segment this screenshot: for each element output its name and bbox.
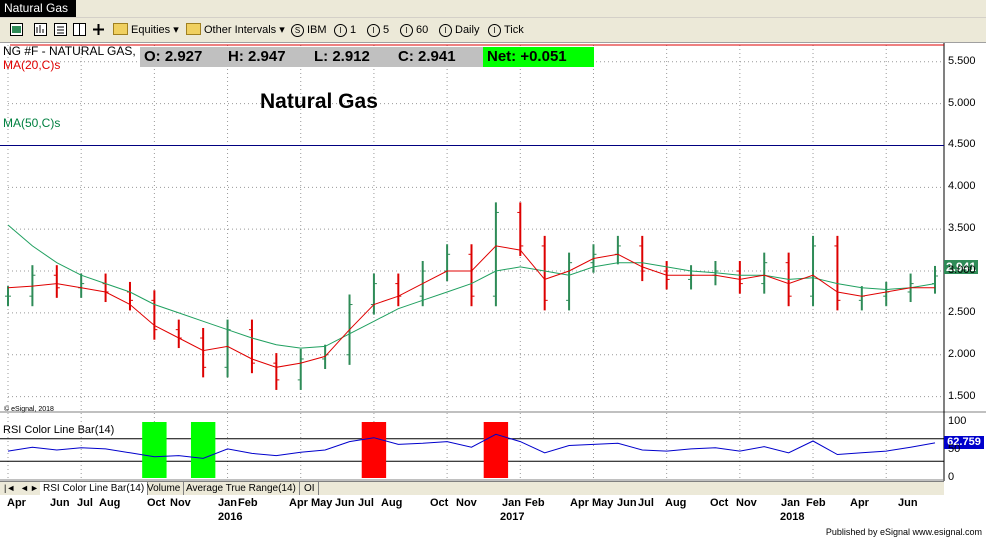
nav-first-button[interactable]: |◄	[4, 482, 15, 495]
y-tick-label: 1.500	[948, 389, 976, 402]
tab-oi[interactable]: OI	[301, 482, 319, 495]
nav-next-button[interactable]: ►	[30, 482, 39, 495]
y-tick-label: 4.000	[948, 180, 976, 193]
rsi-band	[483, 422, 509, 478]
x-month-label: Apr	[570, 497, 589, 509]
x-month-label: Feb	[238, 497, 258, 509]
x-month-label: Aug	[381, 497, 403, 509]
x-month-label: Jan	[502, 497, 521, 509]
rsi-label[interactable]: RSI Color Line Bar(14)	[3, 424, 114, 436]
x-month-label: Oct	[147, 497, 166, 509]
y-tick-label: 2.500	[948, 305, 976, 318]
tab-volume[interactable]: Volume	[144, 482, 185, 495]
rsi-band	[361, 422, 387, 478]
x-month-label: Apr	[850, 497, 869, 509]
chart-title: Natural Gas	[260, 90, 378, 113]
quote-low: L: 2.912	[314, 48, 370, 65]
x-month-label: Feb	[806, 497, 826, 509]
y-tick-label: 5.500	[948, 54, 976, 67]
quote-open: O: 2.927	[144, 48, 203, 65]
nav-prev-button[interactable]: ◄	[20, 482, 29, 495]
x-year-label: 2016	[218, 511, 243, 523]
x-axis: Apr Jun Jul Aug Oct Nov Jan Feb Apr May …	[0, 495, 944, 527]
study-tabs: |◄ ◄ ► RSI Color Line Bar(14) Volume Ave…	[0, 481, 944, 495]
x-month-label: Jun	[617, 497, 637, 509]
tab-atr[interactable]: Average True Range(14)	[183, 482, 300, 495]
tab-rsi[interactable]: RSI Color Line Bar(14)	[40, 482, 149, 495]
esignal-watermark: © eSignal, 2018	[4, 406, 54, 413]
quote-net-box: Net: +0.051	[483, 47, 594, 67]
quote-strip: O: 2.927 H: 2.947 L: 2.912 C: 2.941 Net:…	[140, 47, 594, 67]
x-month-label: Jun	[335, 497, 355, 509]
x-month-label: Aug	[99, 497, 121, 509]
x-month-label: Oct	[710, 497, 729, 509]
x-month-label: Jun	[898, 497, 918, 509]
x-month-label: May	[592, 497, 614, 509]
y-tick-label: 5.000	[948, 96, 976, 109]
y-tick-label: 4.500	[948, 138, 976, 151]
x-month-label: Nov	[170, 497, 191, 509]
ma20-label[interactable]: MA(20,C)s	[3, 58, 60, 72]
rsi-tick-label: 50	[948, 443, 961, 455]
x-month-label: Jul	[638, 497, 654, 509]
x-month-label: Oct	[430, 497, 449, 509]
x-month-label: Jan	[218, 497, 237, 509]
x-month-label: Nov	[736, 497, 757, 509]
x-month-label: Feb	[525, 497, 545, 509]
footer: Published by eSignal www.esignal.com	[0, 527, 986, 539]
ma50-label[interactable]: MA(50,C)s	[3, 116, 60, 130]
symbol-label[interactable]: NG #F - NATURAL GAS,	[3, 44, 136, 58]
rsi-tick-label: 100	[948, 415, 967, 427]
y-tick-label: 3.500	[948, 222, 976, 235]
rsi-band	[190, 422, 216, 478]
quote-net: Net: +0.051	[487, 48, 567, 65]
x-month-label: Aug	[665, 497, 687, 509]
published-by: Published by eSignal www.esignal.com	[825, 527, 982, 537]
x-month-label: Jun	[50, 497, 70, 509]
y-tick-label: 3.000	[948, 264, 976, 277]
quote-high: H: 2.947	[228, 48, 286, 65]
x-year-label: 2017	[500, 511, 525, 523]
rsi-band	[142, 422, 167, 478]
price-chart[interactable]	[0, 0, 986, 539]
x-month-label: Jan	[781, 497, 800, 509]
x-month-label: Jul	[77, 497, 93, 509]
x-month-label: Apr	[289, 497, 308, 509]
x-month-label: Jul	[358, 497, 374, 509]
x-month-label: Apr	[7, 497, 26, 509]
rsi-tick-label: 0	[948, 471, 955, 483]
quote-close: C: 2.941	[398, 48, 456, 65]
x-month-label: Nov	[456, 497, 477, 509]
y-tick-label: 2.000	[948, 347, 976, 360]
x-month-label: May	[311, 497, 333, 509]
x-year-label: 2018	[780, 511, 805, 523]
